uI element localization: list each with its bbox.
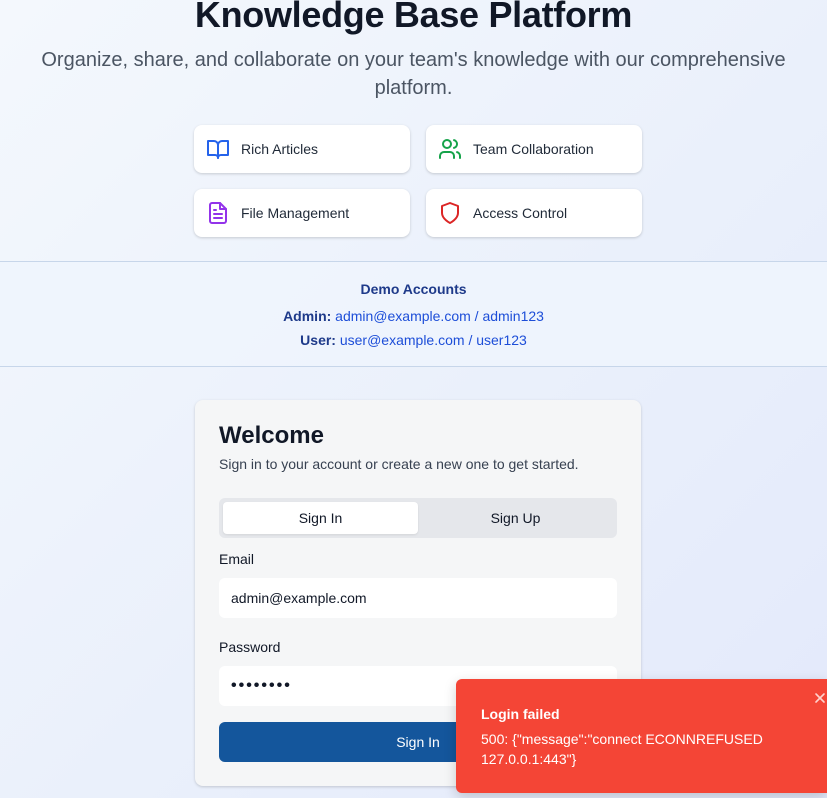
tab-sign-in[interactable]: Sign In [223,502,418,534]
demo-user-value: user@example.com / user123 [339,332,527,348]
demo-user-line: User: user@example.com / user123 [0,332,827,348]
demo-accounts-title: Demo Accounts [360,281,467,297]
feature-label: Access Control [473,205,568,221]
auth-title: Welcome [219,422,324,449]
feature-team-collaboration: Team Collaboration [426,125,642,173]
feature-file-management: File Management [194,189,410,237]
book-open-icon [206,137,230,161]
file-text-icon [206,201,230,225]
shield-icon [438,201,462,225]
email-label: Email [219,551,255,567]
users-icon [438,137,462,161]
error-toast: Login failed 500: {"message":"connect EC… [456,679,827,793]
email-field[interactable]: admin@example.com [219,578,617,618]
password-label: Password [219,639,281,655]
page-title: Knowledge Base Platform [194,0,633,35]
demo-admin-line: Admin: admin@example.com / admin123 [0,308,827,324]
feature-access-control: Access Control [426,189,642,237]
auth-tabs: Sign In Sign Up [219,498,617,538]
demo-user-label: User: [300,332,336,348]
auth-subtitle: Sign in to your account or create a new … [219,456,579,472]
feature-label: Rich Articles [241,141,319,157]
feature-rich-articles: Rich Articles [194,125,410,173]
demo-admin-label: Admin: [283,308,332,324]
demo-accounts-banner: Demo Accounts Admin: admin@example.com /… [0,261,827,367]
toast-message: 500: {"message":"connect ECONNREFUSED 12… [481,731,763,767]
feature-label: Team Collaboration [473,141,594,157]
demo-admin-value: admin@example.com / admin123 [335,308,544,324]
feature-label: File Management [241,205,350,221]
close-icon[interactable] [813,691,827,705]
toast-title: Login failed [481,706,560,722]
tab-sign-up[interactable]: Sign Up [418,502,613,534]
page-subtitle: Organize, share, and collaborate on your… [41,49,786,99]
